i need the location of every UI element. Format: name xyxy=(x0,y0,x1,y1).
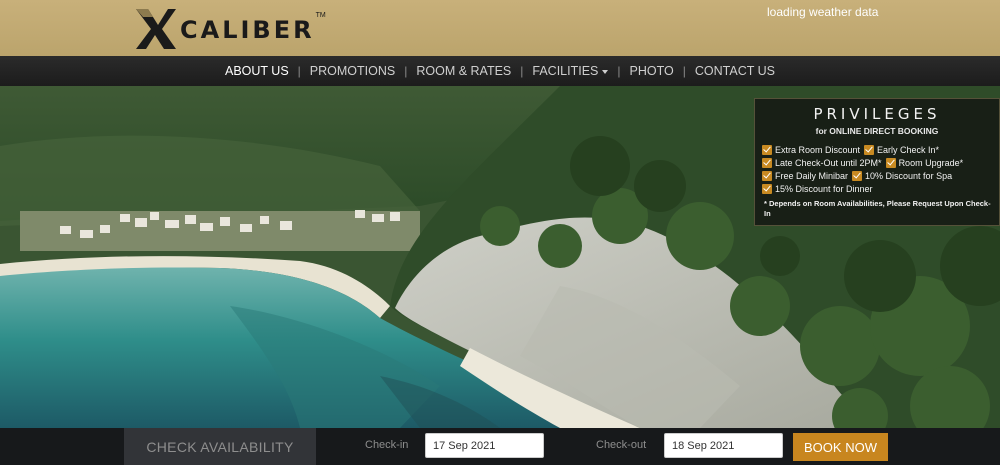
privilege-item: Free Daily Minibar xyxy=(775,170,849,181)
book-now-button[interactable]: BOOK NOW xyxy=(793,433,888,461)
nav-facilities-label: FACILITIES xyxy=(532,64,599,78)
main-nav: ABOUT US | PROMOTIONS | ROOM & RATES | F… xyxy=(0,56,1000,86)
checkbox-checked-icon xyxy=(762,183,772,194)
checkin-label: Check-in xyxy=(365,439,409,451)
privilege-row: Extra Room Discount Early Check In* xyxy=(762,143,999,156)
nav-photo[interactable]: PHOTO xyxy=(621,64,683,78)
privilege-item: Late Check-Out until 2PM* xyxy=(775,157,882,168)
privilege-row: Free Daily Minibar 10% Discount for Spa xyxy=(762,169,999,182)
check-availability-title: CHECK AVAILABILITY xyxy=(124,428,316,465)
checkbox-checked-icon xyxy=(762,170,772,181)
privilege-item: Extra Room Discount xyxy=(775,144,861,155)
nav-contact-us[interactable]: CONTACT US xyxy=(686,64,784,78)
checkbox-checked-icon xyxy=(762,144,772,155)
nav-facilities[interactable]: FACILITIES xyxy=(523,64,617,78)
checkout-date-input[interactable] xyxy=(664,433,783,458)
checkbox-checked-icon xyxy=(762,157,772,168)
checkbox-checked-icon xyxy=(864,144,875,155)
privilege-item: 15% Discount for Dinner xyxy=(775,183,873,194)
checkout-label: Check-out xyxy=(596,439,647,451)
checkbox-checked-icon xyxy=(852,170,863,181)
privilege-row: Late Check-Out until 2PM* Room Upgrade* xyxy=(762,156,999,169)
nav-about-us[interactable]: ABOUT US xyxy=(216,64,298,78)
privileges-subtitle: for ONLINE DIRECT BOOKING xyxy=(815,126,939,136)
nav-room-rates[interactable]: ROOM & RATES xyxy=(407,64,520,78)
privilege-item: Room Upgrade* xyxy=(898,157,964,168)
trademark-mark: TM xyxy=(315,12,326,19)
weather-status: loading weather data xyxy=(767,5,879,19)
privilege-row: 15% Discount for Dinner xyxy=(762,182,999,195)
privileges-note: * Depends on Room Availabilities, Please… xyxy=(764,199,991,218)
checkbox-checked-icon xyxy=(885,157,896,168)
logo-x-mark-icon xyxy=(136,9,176,49)
booking-bar: CHECK AVAILABILITY Check-in Check-out BO… xyxy=(0,428,1000,465)
checkin-date-input[interactable] xyxy=(425,433,544,458)
nav-promotions[interactable]: PROMOTIONS xyxy=(301,64,404,78)
privileges-title: PRIVILEGES xyxy=(813,105,941,123)
brand-name: CALIBER xyxy=(180,16,315,44)
brand-logo[interactable]: CALIBER TM xyxy=(134,6,326,52)
privileges-panel: PRIVILEGES for ONLINE DIRECT BOOKING Ext… xyxy=(754,98,1000,226)
chevron-down-icon xyxy=(602,69,609,74)
privilege-item: 10% Discount for Spa xyxy=(865,170,953,181)
privilege-item: Early Check In* xyxy=(877,144,940,155)
header-bar: CALIBER TM loading weather data xyxy=(0,0,1000,56)
privileges-list: Extra Room Discount Early Check In* Late… xyxy=(755,143,999,195)
